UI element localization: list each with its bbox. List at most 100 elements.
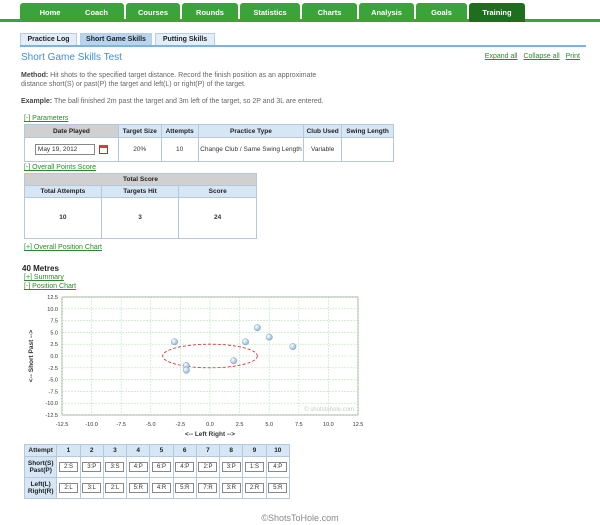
left-right-value: 5:R: [126, 477, 151, 499]
club-used-value: Variable: [303, 137, 343, 162]
short-past-value-input[interactable]: 3:S: [105, 462, 125, 472]
x-axis-label: <-- Left Right -->: [185, 431, 235, 438]
left-right-value: 2:L: [102, 477, 128, 499]
tab-short-game-skills[interactable]: Short Game Skills: [80, 33, 152, 45]
left-right-value: 2:L: [56, 477, 81, 499]
short-past-value-input[interactable]: 2:P: [198, 462, 218, 472]
left-right-value: 3:L: [79, 477, 104, 499]
shot-point: [230, 357, 238, 365]
left-right-row-header: Left(L) Right(R): [23, 477, 58, 499]
short-past-value-input[interactable]: 4:P: [268, 462, 288, 472]
score-value: 24: [178, 197, 257, 239]
attempts-table: Attempt 1 2 3 4 5 6 7 8 9 10 Short(S) Past(P) 2:S 3:P 3…: [23, 444, 291, 499]
x-tick-label: -5.0: [146, 422, 155, 428]
expand-all-link[interactable]: Expand all: [485, 53, 518, 60]
method-line2: distance short(S) or past(P) the target …: [21, 80, 246, 88]
nav-charts[interactable]: Charts: [302, 3, 357, 22]
left-right-value-input[interactable]: 5:R: [175, 483, 195, 493]
row-header-line: Left(L): [30, 481, 51, 488]
col-score: Score: [178, 185, 257, 198]
position-chart-toggle-link[interactable]: [+] Overall Position Chart: [24, 244, 102, 251]
x-tick-label: -2.5: [176, 422, 185, 428]
target-size-value: 20%: [117, 137, 162, 162]
nav-courses[interactable]: Courses: [126, 3, 180, 22]
summary-toggle-link[interactable]: [+] Summary: [24, 274, 64, 281]
short-past-value-input[interactable]: 2:S: [58, 462, 78, 472]
short-past-value: 4:P: [126, 456, 151, 478]
tab-putting-skills[interactable]: Putting Skills: [155, 33, 215, 45]
short-past-value: 3:S: [102, 456, 128, 478]
points-score-toggle-link[interactable]: [-] Overall Points Score: [24, 164, 96, 171]
position-chart: -12.5 -10.0 -7.5 -5.0 -2.5 0.0 2.5 5.0 7.5 10.0 12…: [20, 292, 380, 444]
short-past-value: 6:P: [149, 456, 174, 478]
example-text: Example: The ball finished 2m past the t…: [21, 98, 324, 107]
left-right-value-input[interactable]: 7:R: [198, 483, 218, 493]
practice-type-value: Change Club / Same Swing Length: [197, 137, 305, 162]
left-right-value-input[interactable]: 4:R: [151, 483, 171, 493]
col-club-used: Club Used: [303, 124, 343, 138]
short-past-value-input[interactable]: 1:S: [244, 462, 264, 472]
attempt-number: 1: [56, 444, 81, 457]
short-past-value: 3:P: [79, 456, 104, 478]
left-right-value-input[interactable]: 3:L: [82, 483, 102, 493]
distance-chart-toggle-link[interactable]: [-] Position Chart: [24, 283, 76, 290]
short-past-value-input[interactable]: 6:P: [151, 462, 171, 472]
y-axis-label: <-- Short Past -->: [28, 330, 35, 383]
nav-statistics[interactable]: Statistics: [240, 3, 300, 22]
nav-rounds[interactable]: Rounds: [182, 3, 238, 22]
date-cell: May 19, 2012: [24, 137, 119, 162]
row-header-line: Short(S): [27, 460, 54, 467]
nav-training[interactable]: Training: [469, 3, 525, 22]
x-tick-label: 10.0: [323, 422, 334, 428]
left-right-value-input[interactable]: 5:R: [268, 483, 288, 493]
subnav-divider: [20, 45, 586, 47]
y-tick-label: 12.5: [47, 295, 58, 301]
left-right-value-input[interactable]: 2:R: [244, 483, 264, 493]
x-tick-label: 12.5: [353, 422, 364, 428]
nav-coach[interactable]: Coach: [69, 3, 124, 22]
tab-practice-log[interactable]: Practice Log: [20, 33, 77, 45]
parameters-toggle-link[interactable]: [-] Parameters: [24, 115, 68, 122]
y-tick-label: 10.0: [47, 307, 58, 313]
date-played-input[interactable]: May 19, 2012: [34, 144, 95, 155]
y-tick-label: -12.5: [45, 413, 58, 419]
x-tick-label: 0.0: [206, 422, 214, 428]
shot-point: [182, 366, 190, 374]
attempts-row: Short(S) Past(P) 2:S 3:P 3:S 4:P 6:P 4:P 2:P 3:P 1…: [23, 456, 291, 478]
targets-hit-value: 3: [100, 197, 180, 239]
x-tick-label: 7.5: [295, 422, 303, 428]
collapse-all-link[interactable]: Collapse all: [523, 53, 559, 60]
short-past-value-input[interactable]: 4:P: [128, 462, 148, 472]
attempts-row: Left(L) Right(R) 2:L 3:L 2:L 5:R 4:R 5:R 7:R 3:R 2…: [23, 477, 291, 499]
short-past-value: 4:P: [265, 456, 291, 478]
attempt-number: 8: [219, 444, 244, 457]
col-swing-length: Swing Length: [341, 124, 394, 138]
nav-goals[interactable]: Goals: [416, 3, 467, 22]
left-right-value-input[interactable]: 2:L: [58, 483, 78, 493]
row-header-line: Past(P): [29, 467, 52, 474]
short-past-value: 2:P: [195, 456, 221, 478]
attempt-number: 2: [79, 444, 104, 457]
attempt-number: 9: [242, 444, 267, 457]
example-label: Example:: [21, 98, 53, 105]
y-tick-label: 7.5: [50, 319, 58, 325]
calendar-icon[interactable]: [98, 144, 108, 154]
nav-analysis[interactable]: Analysis: [359, 3, 414, 22]
attempt-number: 3: [102, 444, 128, 457]
score-table: Total Score Total Attempts Targets Hit S…: [24, 173, 257, 239]
x-tick-label: -10.0: [85, 422, 98, 428]
short-past-value: 2:S: [56, 456, 81, 478]
short-past-value-input[interactable]: 4:P: [175, 462, 195, 472]
col-attempts: Attempts: [160, 124, 199, 138]
short-past-value-input[interactable]: 3:P: [82, 462, 102, 472]
page-title: Short Game Skills Test: [21, 52, 122, 63]
left-right-value-input[interactable]: 2:L: [105, 483, 125, 493]
left-right-value-input[interactable]: 3:R: [221, 483, 241, 493]
print-link[interactable]: Print: [566, 53, 580, 60]
col-date-played: Date Played: [24, 124, 119, 138]
short-past-value-input[interactable]: 3:P: [221, 462, 241, 472]
distance-heading: 40 Metres: [22, 264, 59, 273]
attempt-number: 5: [149, 444, 174, 457]
col-target-size: Target Size: [117, 124, 162, 138]
left-right-value-input[interactable]: 5:R: [128, 483, 148, 493]
